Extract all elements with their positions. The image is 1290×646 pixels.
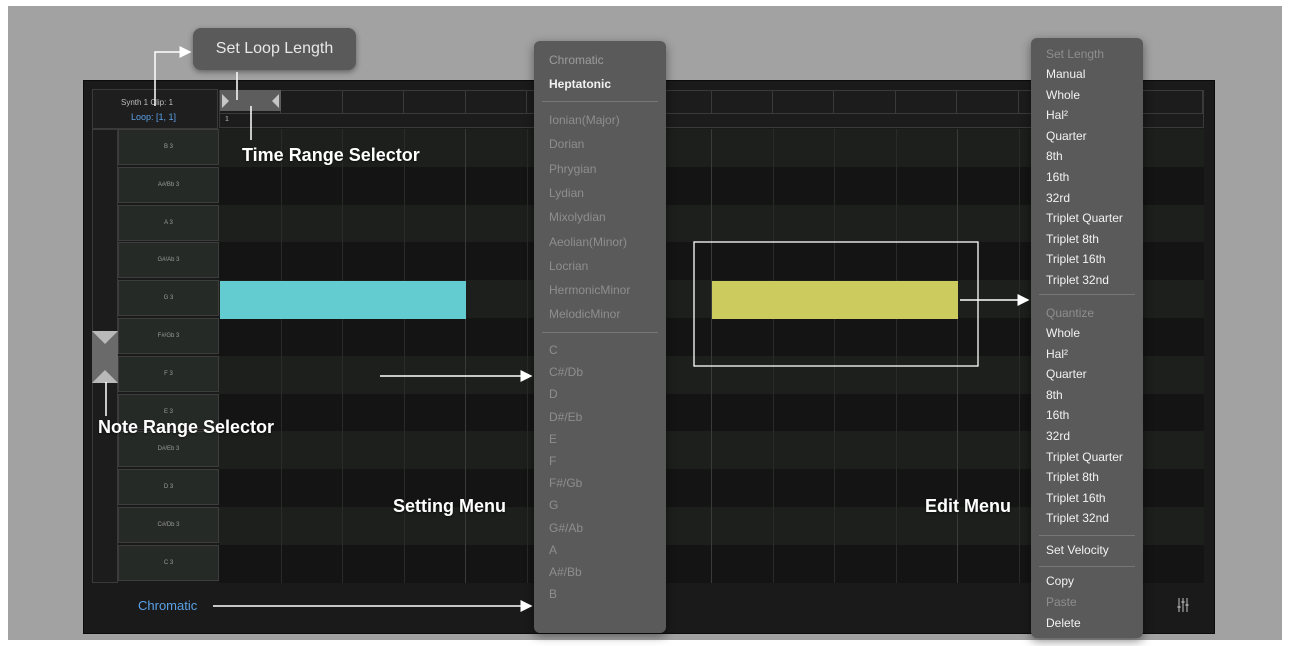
annotation-arrows — [105, 46, 1030, 612]
